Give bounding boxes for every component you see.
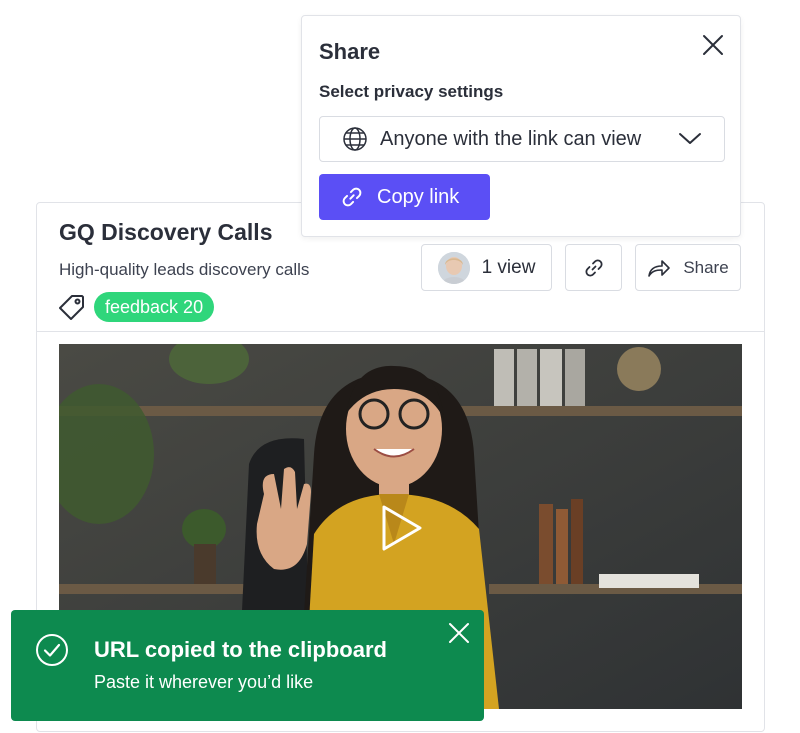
share-label: Share xyxy=(683,257,729,277)
chevron-down-icon xyxy=(679,133,701,144)
card-title: GQ Discovery Calls xyxy=(59,219,273,245)
copy-link-label: Copy link xyxy=(377,185,460,208)
copy-link-icon-button[interactable] xyxy=(565,244,622,291)
popover-title: Share xyxy=(319,39,381,64)
link-icon xyxy=(342,187,362,207)
globe-icon xyxy=(343,127,367,151)
share-arrow-icon xyxy=(648,259,671,277)
card-divider xyxy=(37,331,764,332)
success-toast: URL copied to the clipboard Paste it whe… xyxy=(11,610,484,721)
play-icon[interactable] xyxy=(381,504,423,552)
toast-message: Paste it wherever you’d like xyxy=(94,672,314,692)
check-circle-icon xyxy=(36,634,68,666)
privacy-settings-label: Select privacy settings xyxy=(319,82,504,101)
views-count: 1 view xyxy=(481,256,536,278)
copy-link-button[interactable]: Copy link xyxy=(319,174,490,220)
privacy-select[interactable]: Anyone with the link can view xyxy=(319,116,725,162)
share-button[interactable]: Share xyxy=(635,244,741,291)
tag-badge[interactable]: feedback 20 xyxy=(94,292,215,322)
share-popover: Share Select privacy settings Anyone wit… xyxy=(301,15,741,237)
link-icon xyxy=(584,258,603,277)
close-icon[interactable] xyxy=(448,622,470,644)
tag-icon xyxy=(59,295,84,320)
privacy-value: Anyone with the link can view xyxy=(380,127,642,150)
viewer-avatar xyxy=(437,251,470,284)
views-button[interactable]: 1 view xyxy=(421,244,552,291)
close-icon[interactable] xyxy=(701,33,725,57)
toast-title: URL copied to the clipboard xyxy=(94,637,387,662)
card-subtitle: High-quality leads discovery calls xyxy=(59,260,310,279)
